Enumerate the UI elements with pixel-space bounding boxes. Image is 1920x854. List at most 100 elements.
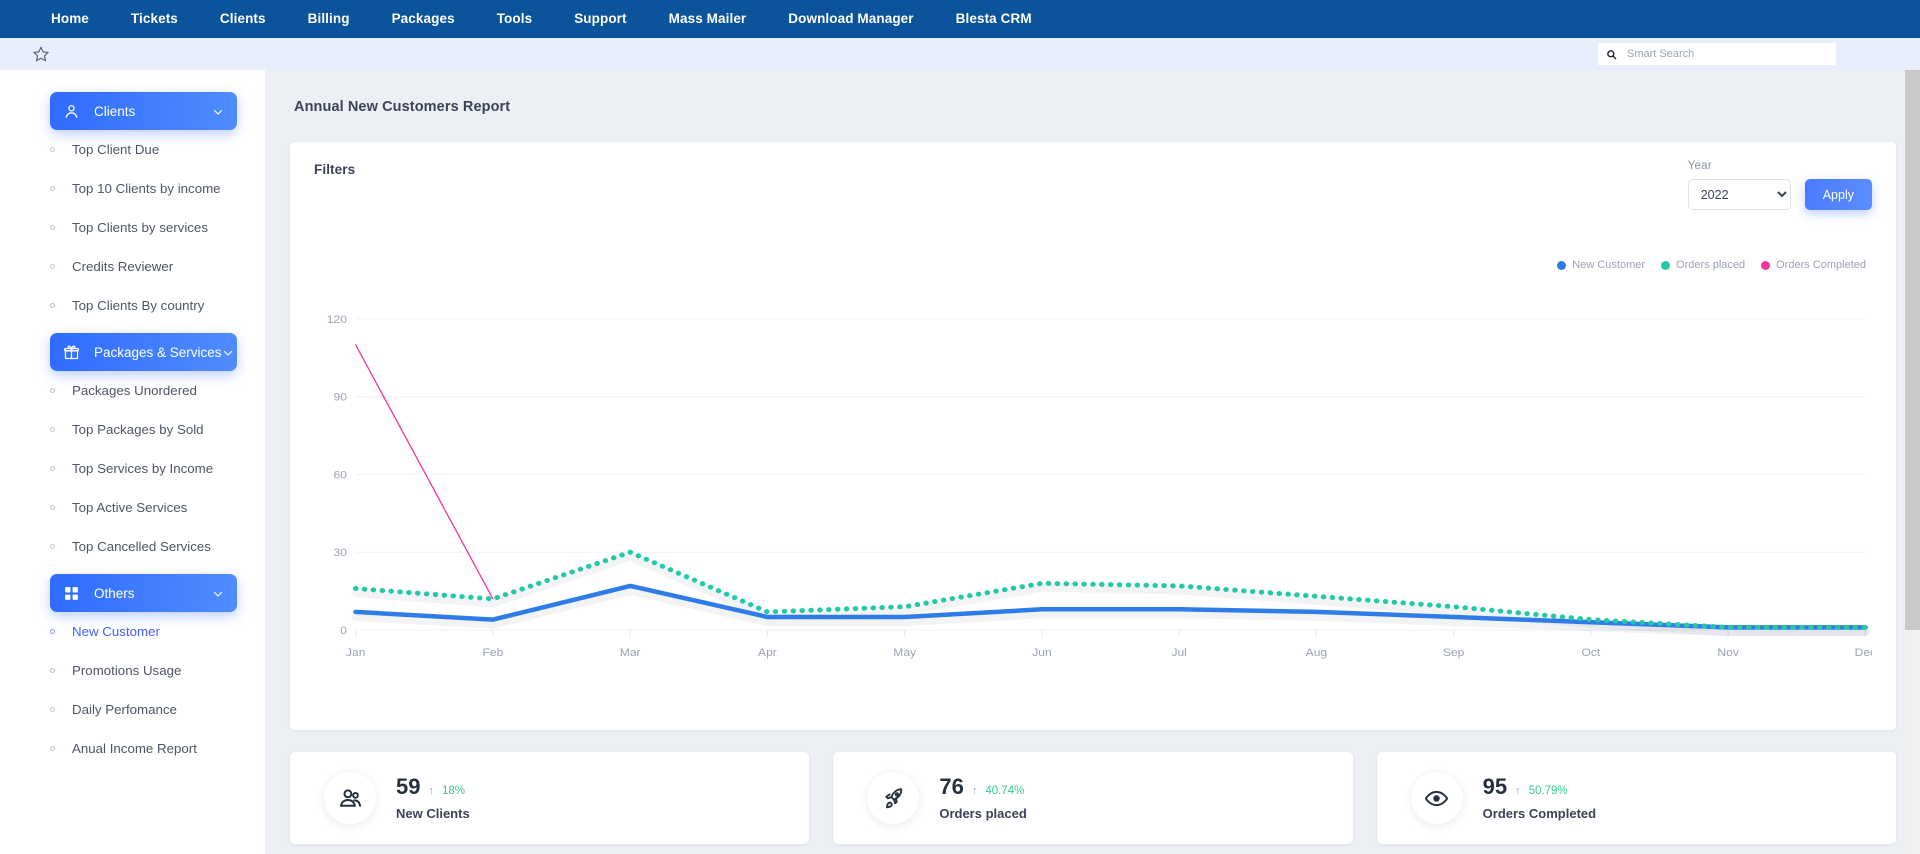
stat-text-column: 59 ↑ 18% New Clients: [396, 774, 470, 822]
y-axis-tick-label: 30: [334, 548, 347, 559]
stat-label: Orders Completed: [1482, 806, 1597, 822]
legend-label: Orders Completed: [1776, 259, 1866, 271]
page-title: Annual New Customers Report: [294, 99, 511, 115]
topnav-item-billing[interactable]: Billing: [287, 0, 371, 38]
y-axis-tick-label: 0: [340, 625, 347, 636]
report-chart-card: Filters Year 2022202120202019 Apply New …: [290, 142, 1896, 730]
bullet-icon: [50, 668, 55, 673]
topnav-item-tickets[interactable]: Tickets: [110, 0, 199, 38]
sidebar-item-top-clients-by-services[interactable]: Top Clients by services: [0, 208, 265, 247]
x-axis-tick-label: Apr: [758, 647, 777, 658]
sidebar-item-label: Top Packages by Sold: [72, 422, 204, 437]
x-axis-tick-label: Aug: [1306, 647, 1327, 658]
sidebar-group-clients[interactable]: Clients: [50, 92, 237, 130]
sidebar-group-others[interactable]: Others: [50, 574, 237, 612]
stat-percent: 40.74%: [985, 784, 1025, 797]
chart-legend: New Customer Orders placed Orders Complete…: [1557, 259, 1866, 271]
legend-item-new-customer[interactable]: New Customer: [1557, 259, 1645, 271]
stat-top-row: 95 ↑ 50.79%: [1483, 774, 1596, 799]
bullet-icon: [50, 466, 55, 471]
legend-color-dot: [1661, 260, 1671, 270]
page-scrollbar[interactable]: [1905, 70, 1920, 854]
stat-card-orders-completed: 95 ↑ 50.79% Orders Completed: [1376, 752, 1896, 844]
eye-icon: [1410, 772, 1463, 824]
stat-text-column: 95 ↑ 50.79% Orders Completed: [1482, 774, 1597, 822]
sub-toolbar: [0, 38, 1920, 70]
gift-icon: [63, 344, 80, 361]
search-input[interactable]: [1617, 48, 1828, 60]
sidebar-item-top-active-services[interactable]: Top Active Services: [0, 488, 265, 527]
main-content: Annual New Customers Report Filters Year…: [266, 70, 1920, 854]
x-axis-tick-label: Nov: [1717, 647, 1739, 658]
sidebar-item-label: Credits Reviewer: [72, 259, 174, 274]
topnav-item-clients[interactable]: Clients: [199, 0, 287, 38]
sidebar-item-label: Top Clients by services: [72, 220, 208, 235]
chevron-down-icon[interactable]: [212, 587, 224, 599]
smart-search-box[interactable]: [1598, 43, 1836, 65]
scrollbar-thumb[interactable]: [1905, 70, 1920, 630]
topnav-item-download-manager[interactable]: Download Manager: [767, 0, 934, 38]
topnav-item-mass-mailer[interactable]: Mass Mailer: [648, 0, 768, 38]
stat-card-new-clients: 59 ↑ 18% New Clients: [290, 752, 810, 844]
sidebar-item-top-services-by-income[interactable]: Top Services by Income: [0, 449, 265, 488]
star-icon[interactable]: [32, 45, 50, 63]
bullet-icon: [50, 303, 55, 308]
sidebar-item-label: Daily Perfomance: [72, 702, 177, 717]
topnav-item-support[interactable]: Support: [553, 0, 647, 38]
x-axis-tick-label: Jun: [1032, 647, 1051, 658]
trend-up-arrow-icon: ↑: [971, 784, 978, 797]
year-field: Year 2022202120202019: [1687, 160, 1791, 210]
stat-text-column: 76 ↑ 40.74% Orders placed: [939, 773, 1027, 822]
sidebar-item-top-10-clients-by-income[interactable]: Top 10 Clients by income: [0, 169, 265, 208]
stat-value: 76: [939, 773, 964, 799]
bullet-icon: [50, 505, 55, 510]
stat-label: New Clients: [396, 806, 470, 822]
legend-item-orders-completed[interactable]: Orders Completed: [1761, 259, 1866, 271]
stat-percent: 18%: [441, 784, 466, 797]
sidebar-item-top-client-due[interactable]: Top Client Due: [0, 130, 265, 169]
series-line-orders-completed[interactable]: [355, 344, 494, 600]
bullet-icon: [50, 427, 55, 432]
stat-label: Orders placed: [939, 806, 1027, 822]
sidebar-item-label: Anual Income Report: [72, 741, 197, 756]
sidebar-group-packages-services[interactable]: Packages & Services: [50, 333, 237, 371]
sidebar-item-label: Top Clients By country: [72, 298, 205, 313]
sidebar-item-label: Packages Unordered: [72, 383, 197, 398]
x-axis-tick-label: Dec: [1855, 647, 1872, 658]
sidebar-item-top-cancelled-services[interactable]: Top Cancelled Services: [0, 527, 265, 566]
apply-button[interactable]: Apply: [1804, 179, 1872, 210]
legend-item-orders-placed[interactable]: Orders placed: [1661, 259, 1745, 271]
rocket-icon: [867, 772, 920, 824]
y-axis-tick-label: 120: [327, 314, 347, 325]
topnav-item-packages[interactable]: Packages: [371, 0, 476, 38]
sidebar-item-top-packages-by-sold[interactable]: Top Packages by Sold: [0, 410, 265, 449]
topnav-item-home[interactable]: Home: [30, 0, 110, 38]
bullet-icon: [50, 225, 55, 230]
sidebar-item-label: Promotions Usage: [72, 663, 182, 678]
sidebar-item-credits-reviewer[interactable]: Credits Reviewer: [0, 247, 265, 286]
sidebar-item-anual-income-report[interactable]: Anual Income Report: [0, 729, 265, 768]
bullet-icon: [50, 147, 55, 152]
x-axis-tick-label: Mar: [620, 647, 641, 658]
topnav-item-blesta-crm[interactable]: Blesta CRM: [935, 0, 1053, 38]
bullet-icon: [50, 264, 55, 269]
bullet-icon: [50, 629, 55, 634]
year-select[interactable]: 2022202120202019: [1687, 179, 1791, 210]
topnav-item-tools[interactable]: Tools: [476, 0, 554, 38]
sidebar-item-top-clients-by-country[interactable]: Top Clients By country: [0, 286, 265, 325]
sidebar-item-new-customer[interactable]: New Customer: [0, 612, 265, 651]
stat-percent: 50.79%: [1528, 784, 1568, 797]
x-axis-tick-label: Feb: [483, 647, 504, 658]
legend-label: New Customer: [1572, 259, 1646, 271]
sidebar-item-packages-unordered[interactable]: Packages Unordered: [0, 371, 265, 410]
filters-title: Filters: [314, 162, 356, 177]
chevron-down-icon[interactable]: [222, 346, 234, 358]
y-axis-tick-label: 90: [334, 392, 347, 403]
sidebar-item-label: Top Cancelled Services: [72, 539, 211, 554]
trend-up-arrow-icon: ↑: [1515, 784, 1521, 797]
chevron-down-icon[interactable]: [212, 105, 224, 117]
sidebar-item-promotions-usage[interactable]: Promotions Usage: [0, 651, 265, 690]
sidebar-item-daily-perfomance[interactable]: Daily Perfomance: [0, 690, 265, 729]
x-axis-tick-label: Jul: [1171, 647, 1186, 658]
